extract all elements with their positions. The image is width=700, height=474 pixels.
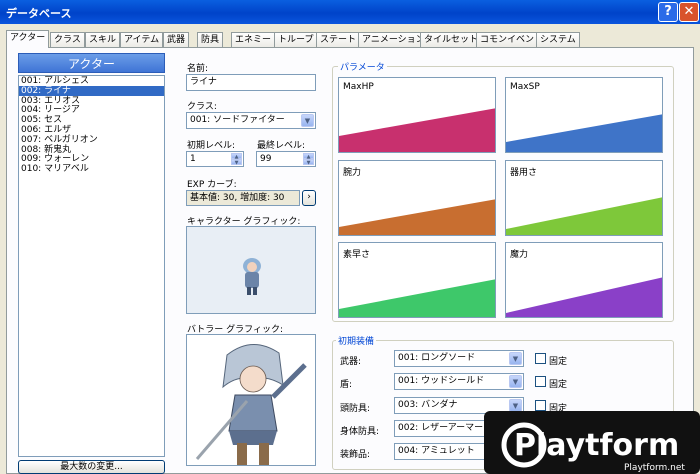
tab-tileset[interactable]: タイルセット [420,32,483,47]
weapon-fixed-label: 固定 [549,357,568,367]
param-curve [339,279,495,317]
tab-armor[interactable]: 防具 [197,32,224,47]
equipment-title: 初期装備 [336,334,377,347]
actor-list-item[interactable]: 009: ウォーレン [19,154,164,164]
battler-sprite-image [195,344,307,465]
param-curve [506,277,662,317]
chevron-down-icon[interactable]: ▼ [509,352,522,365]
helmet-label: 頭防具: [340,404,371,414]
actor-list-header: アクター [18,53,165,73]
param-maxsp-graph[interactable]: MaxSP [505,77,663,153]
tab-actor[interactable]: アクター [6,30,50,48]
param-curve [506,197,662,235]
spin-arrows-icon[interactable]: ▲ ▼ [231,153,242,166]
actor-list[interactable]: 001: アルシェス 002: ライナ 003: エリオス 004: リージア … [18,75,165,457]
svg-text:Playtform: Playtform [514,428,679,463]
actor-list-item[interactable]: 004: リージア [19,105,164,115]
initial-level-spinner[interactable]: 1 ▲ ▼ [186,151,244,167]
chevron-down-icon[interactable]: ▼ [509,375,522,388]
change-maximum-button[interactable]: 最大数の変更... [18,460,165,474]
accessory-label: 装飾品: [340,450,371,460]
character-graphic-box[interactable] [186,226,316,314]
tab-system[interactable]: システム [536,32,580,47]
chevron-down-icon[interactable]: ▼ [301,114,314,127]
svg-text:Playtform.net: Playtform.net [624,463,685,473]
exp-curve-button[interactable]: › [302,190,316,206]
weapon-fixed-checkbox[interactable] [535,353,546,364]
tab-state[interactable]: ステート [316,32,361,47]
class-select[interactable]: 001: ソードファイター ▼ [186,112,316,129]
shield-select-value: 001: ウッドシールド [398,376,485,386]
actor-list-item[interactable]: 005: セス [19,115,164,125]
tab-animation[interactable]: アニメーション [358,32,429,47]
tab-weapon[interactable]: 武器 [163,32,190,47]
param-maxhp-graph[interactable]: MaxHP [338,77,496,153]
shield-fixed-label: 固定 [549,380,568,390]
param-intelligence-graph[interactable]: 魔力 [505,242,663,318]
actor-list-item-selected[interactable]: 002: ライナ [19,85,164,96]
body-armor-select-value: 002: レザーアーマー [398,423,484,433]
shield-label: 盾: [340,380,353,390]
shield-select[interactable]: 001: ウッドシールド ▼ [394,373,524,390]
help-button[interactable]: ? [658,2,678,22]
final-level-spinner[interactable]: 99 ▲ ▼ [256,151,316,167]
tab-troop[interactable]: トループ [274,32,318,47]
param-curve [339,108,495,152]
battler-graphic-box[interactable] [186,334,316,466]
initial-level-label: 初期レベル: [187,141,236,151]
tab-item[interactable]: アイテム [120,32,164,47]
param-curve [339,199,495,235]
actor-list-item[interactable]: 007: ベルガリオン [19,135,164,145]
actor-list-item[interactable]: 008: 新鬼丸 [19,145,164,155]
character-sprite-image [243,258,261,295]
initial-level-value: 1 [190,154,196,164]
final-level-value: 99 [260,154,272,164]
name-label: 名前: [187,64,209,74]
param-agility-graph[interactable]: 素早さ [338,242,496,318]
name-input[interactable]: ライナ [186,74,316,91]
actor-list-item[interactable]: 003: エリオス [19,96,164,106]
class-select-value: 001: ソードファイター [190,115,285,125]
playtform-watermark-logo: Playtform Playtform.net [484,411,700,474]
body-armor-label: 身体防具: [340,427,380,437]
tab-class[interactable]: クラス [50,32,85,47]
actor-list-item[interactable]: 006: エルザ [19,125,164,135]
helmet-select-value: 003: バンダナ [398,400,458,410]
weapon-select[interactable]: 001: ロングソード ▼ [394,350,524,367]
actor-list-item[interactable]: 010: マリアベル [19,164,164,174]
final-level-label: 最終レベル: [257,141,306,151]
param-curve [506,114,662,152]
shield-fixed-checkbox[interactable] [535,376,546,387]
close-button[interactable]: ✕ [679,2,699,22]
param-strength-graph[interactable]: 腕力 [338,160,496,236]
exp-curve-label: EXP カーブ: [187,180,237,190]
weapon-label: 武器: [340,357,362,367]
title-bar: データベース ? ✕ [0,0,700,24]
exp-curve-field: 基本値: 30, 増加度: 30 [186,190,300,206]
parameters-title: パラメータ [338,60,387,73]
spin-arrows-icon[interactable]: ▲ ▼ [303,153,314,166]
window-title: データベース [6,7,72,20]
weapon-select-value: 001: ロングソード [398,353,476,363]
actor-list-item[interactable]: 001: アルシェス [19,76,164,86]
accessory-select-value: 004: アミュレット [398,446,475,456]
param-dexterity-graph[interactable]: 器用さ [505,160,663,236]
tab-skill[interactable]: スキル [85,32,121,47]
tab-enemy[interactable]: エネミー [231,32,276,47]
class-label: クラス: [187,102,217,112]
helmet-fixed-checkbox[interactable] [535,400,546,411]
